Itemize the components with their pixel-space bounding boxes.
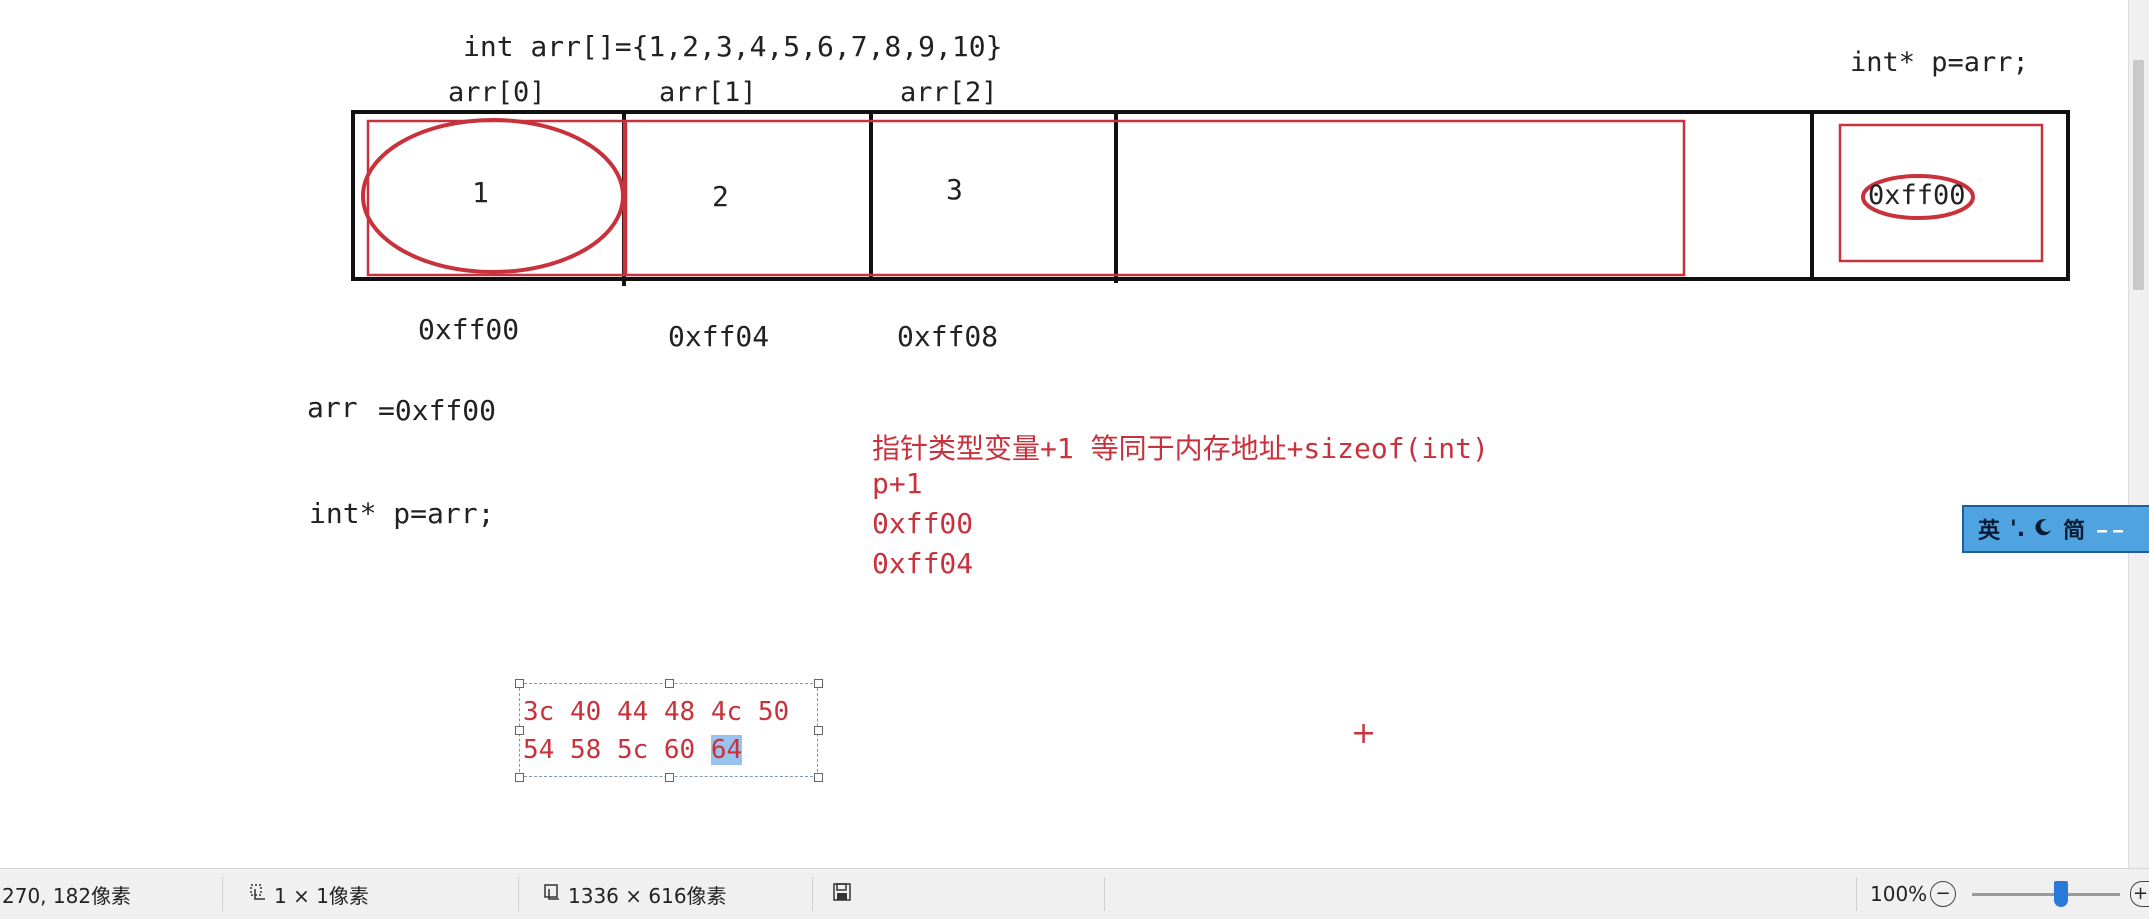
resize-handle-bm[interactable]: [665, 773, 674, 782]
resize-handle-tl[interactable]: [515, 679, 524, 688]
hex-row-1: 3c 40 44 48 4c 50: [523, 693, 789, 731]
note-addr-ff00: 0xff00: [872, 507, 974, 540]
hex-value: 4c: [710, 697, 743, 727]
status-divider: [222, 877, 223, 911]
hex-values: 3c 40 44 48 4c 50 54 58 5c 60 64: [523, 693, 789, 769]
hex-value: 54: [523, 735, 555, 765]
hex-value: 44: [616, 697, 649, 727]
image-size: 1336 × 616像素: [542, 869, 727, 919]
hex-value: 40: [569, 697, 602, 727]
image-size-icon: [542, 882, 562, 907]
ime-more-icon[interactable]: [2095, 517, 2131, 542]
resize-handle-mr[interactable]: [814, 726, 823, 735]
ime-charset-toggle[interactable]: 简: [2063, 513, 2085, 545]
hex-value: 50: [757, 697, 790, 727]
zoom-percent: 100%: [1870, 869, 1927, 919]
selection-icon: [248, 882, 268, 907]
hex-value: 58: [569, 735, 602, 765]
crosshair-cursor: +: [1351, 716, 1377, 751]
address-label-2: 0xff08: [897, 320, 999, 353]
cursor-position-text: 270, 182像素: [2, 883, 132, 908]
ime-punctuation-toggle[interactable]: '.: [2010, 517, 2025, 542]
note-p-plus-1: p+1: [872, 467, 923, 500]
image-size-text: 1336 × 616像素: [568, 883, 727, 908]
paint-canvas[interactable]: int arr[]={1,2,3,4,5,6,7,8,9,10} int* p=…: [0, 0, 2149, 868]
status-divider: [1104, 877, 1105, 911]
zoom-in-button[interactable]: +: [2130, 869, 2149, 919]
status-divider: [1856, 877, 1857, 911]
resize-handle-tm[interactable]: [665, 679, 674, 688]
save-icon: [832, 882, 852, 907]
cell-value-0: 1: [472, 176, 489, 209]
cell-value-1: 2: [712, 180, 729, 213]
arr-value: =0xff00: [378, 394, 497, 427]
hex-value-selected: 64: [710, 735, 743, 765]
resize-handle-bl[interactable]: [515, 773, 524, 782]
zoom-slider-thumb[interactable]: [2053, 881, 2068, 907]
selection-size: 1 × 1像素: [248, 869, 369, 919]
zoom-percent-text: 100%: [1870, 882, 1928, 906]
selection-size-text: 1 × 1像素: [274, 883, 369, 908]
resize-handle-br[interactable]: [814, 773, 823, 782]
save-status: [832, 869, 852, 919]
note-addr-ff04: 0xff04: [872, 547, 974, 580]
ime-language-toggle[interactable]: 英: [1978, 513, 2000, 545]
address-label-0: 0xff00: [418, 313, 520, 346]
scrollbar-thumb[interactable]: [2133, 60, 2144, 290]
pointer-declaration-left: int* p=arr;: [309, 497, 495, 530]
zoom-out-button[interactable]: −: [1930, 869, 1956, 919]
address-label-1: 0xff04: [668, 320, 770, 353]
moon-icon[interactable]: [2035, 517, 2053, 542]
hex-row-2: 54 58 5c 60 64: [523, 731, 789, 769]
cursor-position: 270, 182像素: [2, 869, 131, 919]
zoom-in-icon[interactable]: +: [2130, 881, 2149, 907]
arr-label: arr: [307, 391, 358, 424]
pointer-cell-value: 0xff00: [1868, 180, 1966, 211]
status-divider: [812, 877, 813, 911]
cell-value-2: 3: [946, 173, 963, 206]
ime-toolbar[interactable]: 英 '. 简: [1962, 505, 2149, 553]
resize-handle-tr[interactable]: [814, 679, 823, 688]
zoom-slider[interactable]: [1972, 893, 2120, 896]
hex-value: 60: [663, 735, 696, 765]
zoom-out-icon[interactable]: −: [1930, 881, 1956, 907]
status-bar: 270, 182像素 1 × 1像素 1336 × 616像素 100% − +: [0, 868, 2149, 919]
hex-value: 48: [663, 697, 696, 727]
status-divider: [518, 877, 519, 911]
hex-value: 5c: [616, 735, 649, 765]
note-pointer-arith: 指针类型变量+1 等同于内存地址+sizeof(int): [872, 432, 1489, 465]
hex-value: 3c: [523, 697, 555, 727]
